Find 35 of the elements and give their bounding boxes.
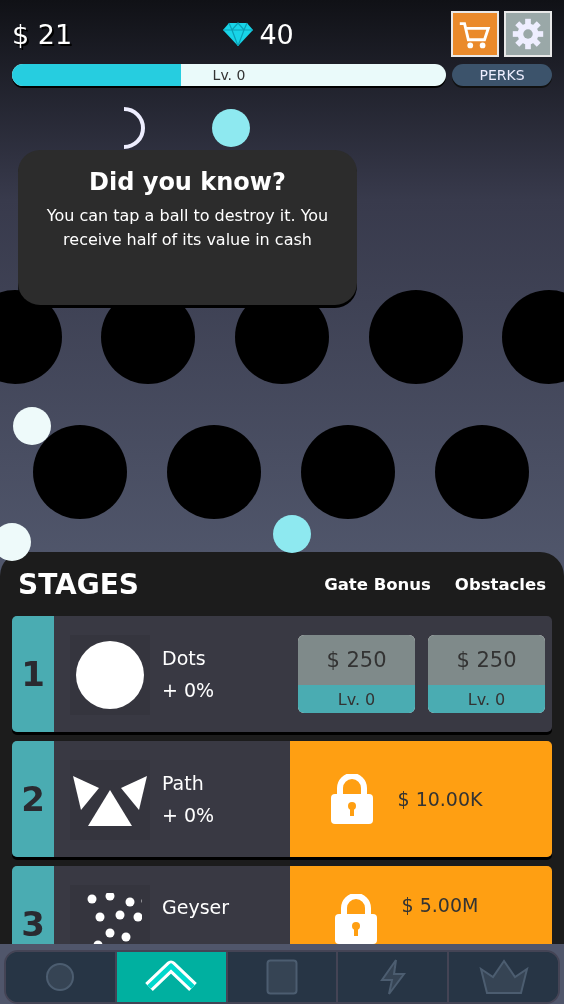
diamond-icon [223,22,254,46]
nav-tab[interactable] [116,952,228,1002]
chevron-up-icon [144,960,199,994]
padlock-icon [329,774,374,825]
circle-icon [45,962,76,992]
stage-name: Path [162,772,205,795]
shop-button[interactable] [451,11,499,57]
stage-bonus: + 0% [162,679,216,702]
gem-count: 40 [258,18,294,50]
upgrade-button[interactable]: $ 250 Lv. 0 [428,635,545,714]
level-label: Lv. 0 [212,67,246,83]
padlock-icon [333,894,378,945]
column-heading: Obstacles [454,574,546,594]
stage-name: Geyser [162,896,231,919]
column-heading: Gate Bonus [324,574,431,594]
tip-text: You can tap a ball to destroy it. You receive half of its value in cash [45,204,330,251]
stage-name: Dots [162,647,207,670]
settings-button[interactable] [504,11,552,57]
crown-icon [478,959,529,995]
stage-row[interactable]: 2 Path + 0% $ 10.00K [12,741,552,858]
lightning-icon [378,959,407,995]
unlock-button[interactable]: $ 5.00M [290,866,552,945]
card-icon [266,959,298,995]
stage-bonus: + 0% [162,804,216,827]
cash-amount: $ 21 [12,18,73,50]
stage-number: 3 [12,866,54,945]
tip-title: Did you know? [89,167,286,196]
upgrade-button[interactable]: $ 250 Lv. 0 [298,635,415,714]
stage-number: 2 [12,741,54,858]
perks-button[interactable]: PERKS [452,64,552,86]
stage-row[interactable]: 1 Dots + 0% $ 250 Lv. 0 $ 250 Lv. 0 [12,616,552,733]
stage-row[interactable]: 3 Geyser $ 5.00M [12,866,552,945]
stage-number: 1 [12,616,54,733]
stages-title: STAGES [18,567,140,601]
unlock-button[interactable]: $ 10.00K [290,741,552,858]
